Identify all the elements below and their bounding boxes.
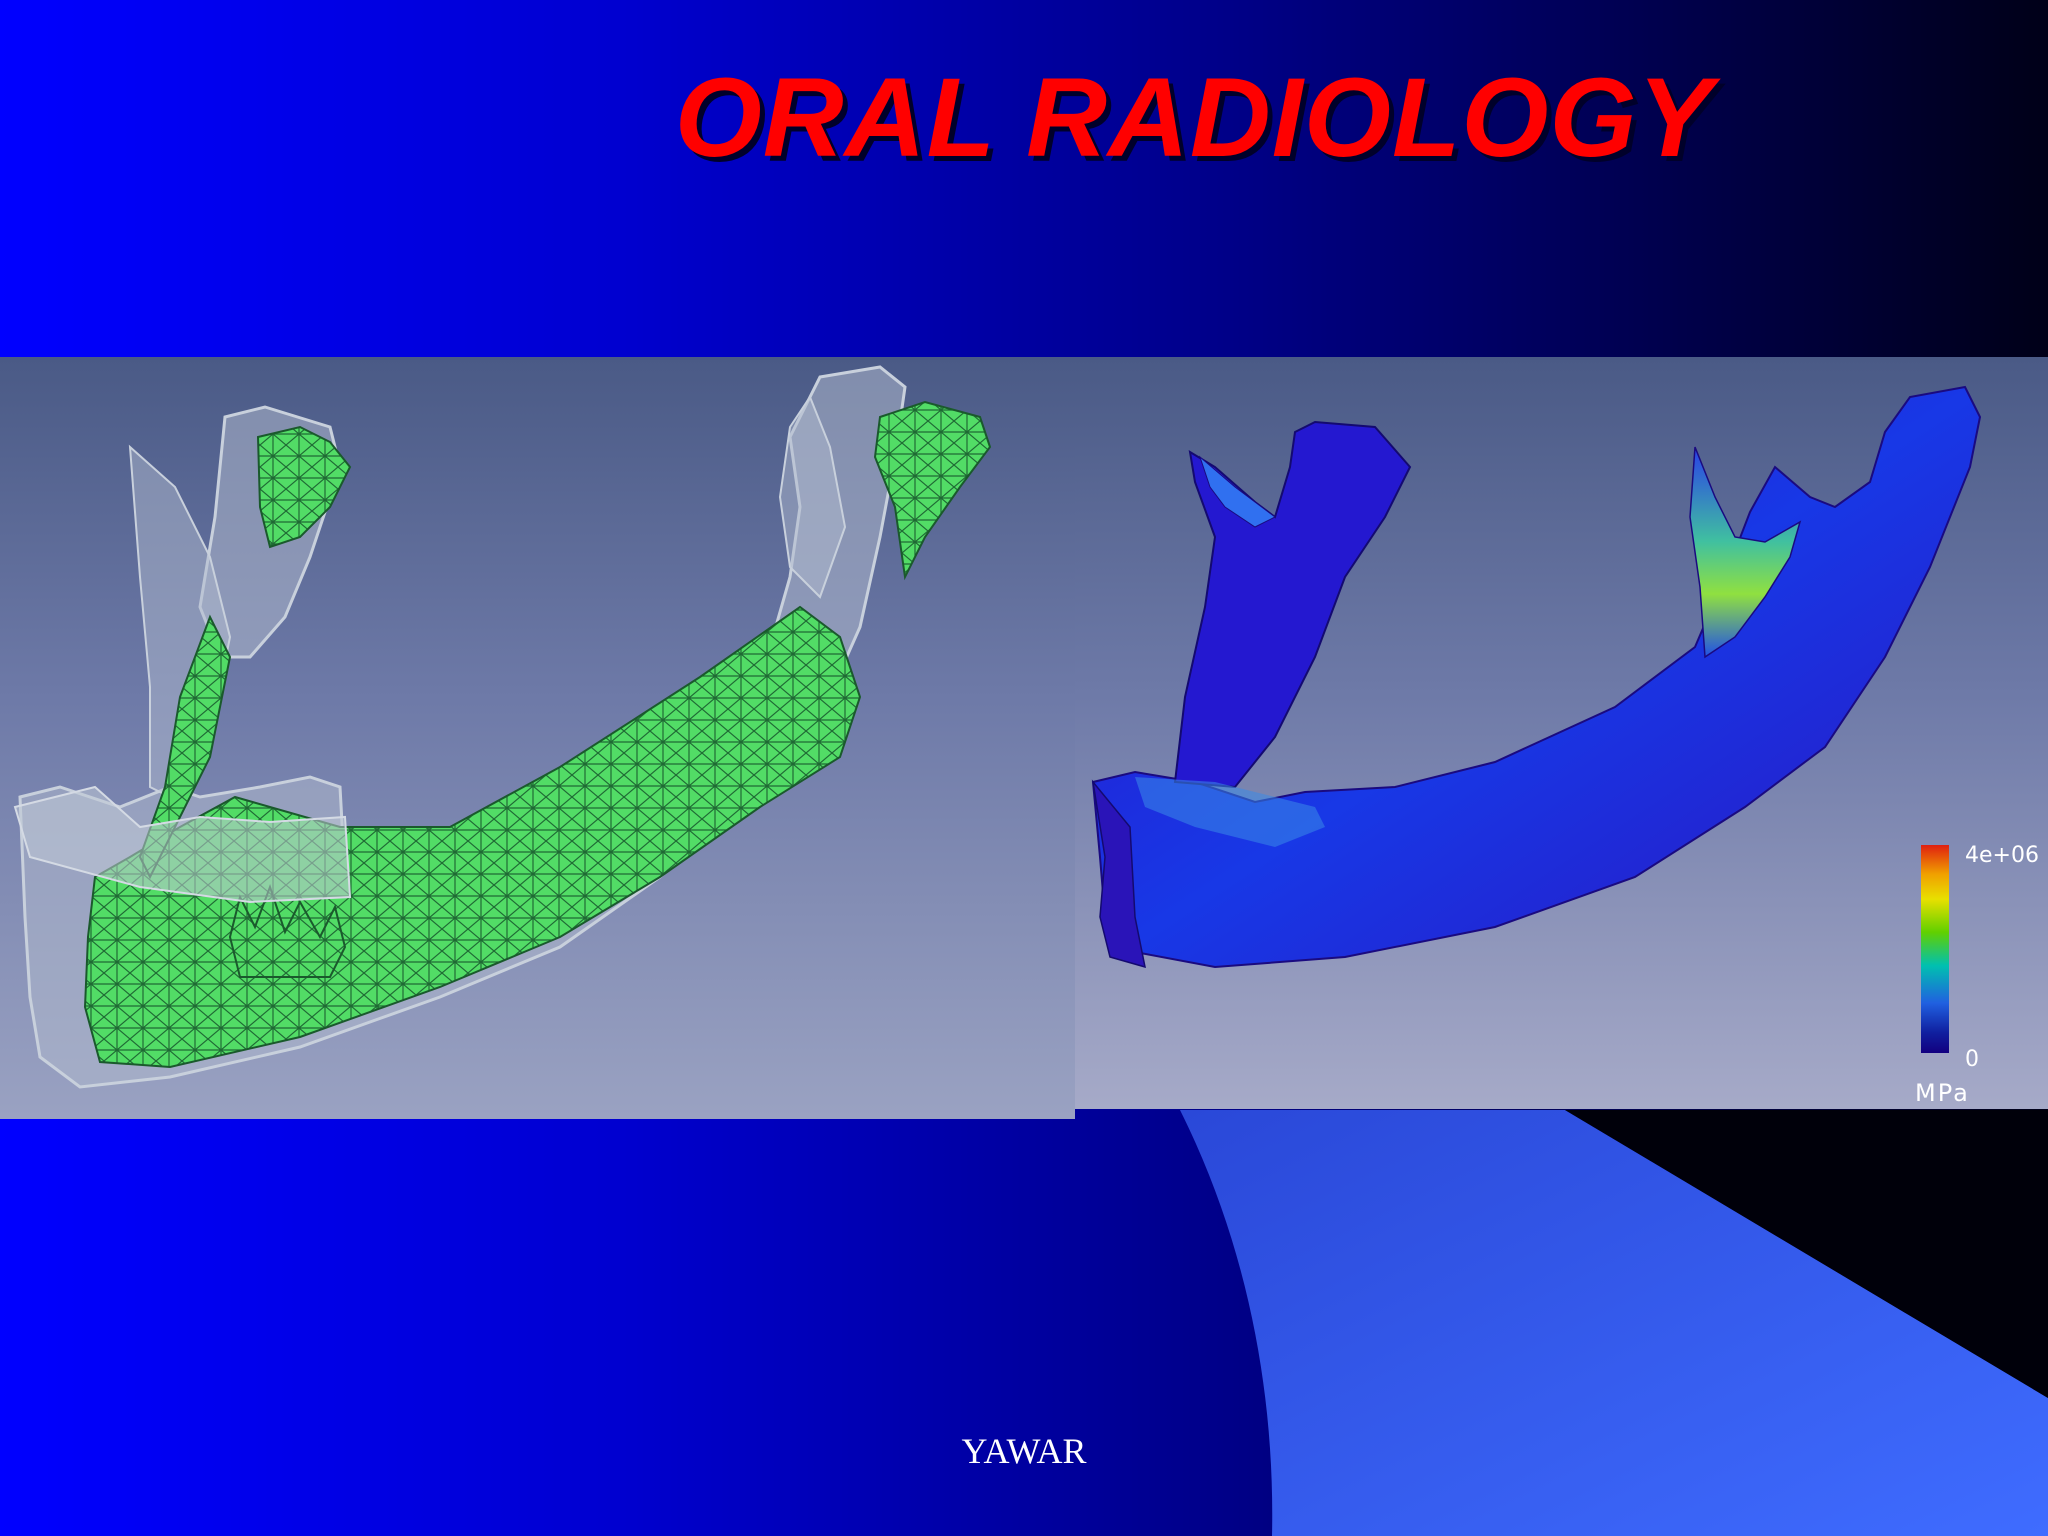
mandible-stress-illustration	[1091, 385, 1982, 969]
scale-unit-label: MPa	[1915, 1079, 1970, 1107]
right-condyle-mesh	[873, 400, 992, 581]
mandible-mesh-illustration	[13, 365, 992, 1089]
stress-figure-panel: 4e+06 0 MPa	[1075, 357, 2048, 1109]
footer-author: YAWAR	[961, 1431, 1087, 1471]
slide: ORAL RADIOLOGY 4e+06 0 MPa YAWAR	[0, 0, 2048, 1536]
scale-max-label: 4e+06	[1965, 843, 2039, 868]
scale-min-label: 0	[1965, 1047, 1979, 1072]
stress-color-scale	[1921, 845, 1949, 1053]
slide-title: ORAL RADIOLOGY	[674, 55, 1714, 180]
mesh-figure-panel	[0, 357, 1075, 1119]
left-condyle-mesh	[256, 425, 352, 549]
